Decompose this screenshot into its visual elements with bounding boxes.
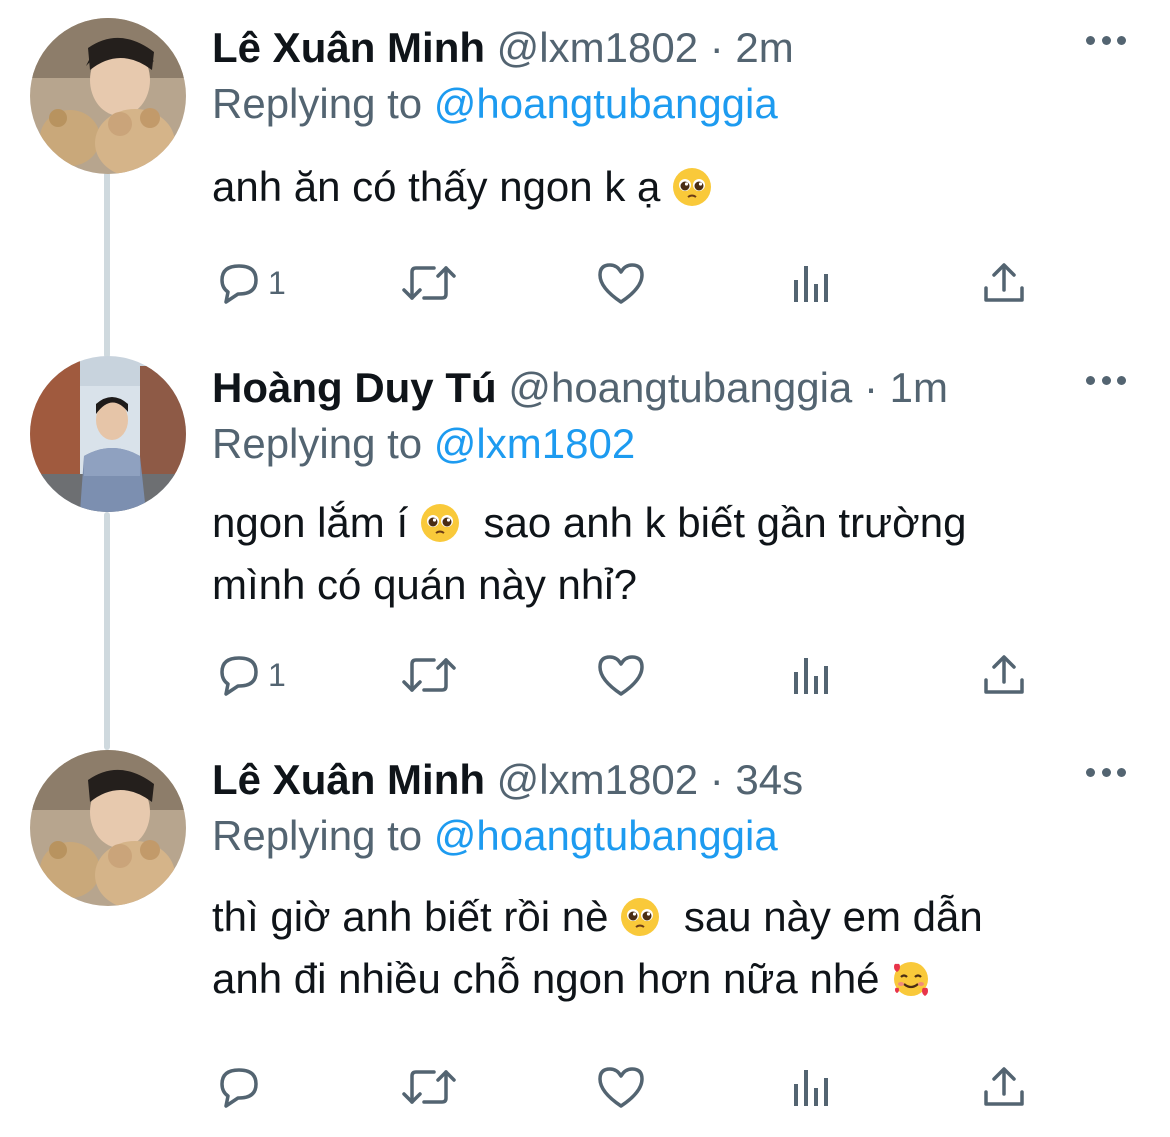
retweet-button[interactable] <box>400 1062 458 1112</box>
retweet-button[interactable] <box>400 258 458 308</box>
timestamp[interactable]: 1m <box>890 364 948 411</box>
tweet-text-part: anh đi nhiều chỗ ngon hơn nữa nhé <box>212 955 880 1002</box>
replying-label: Replying to <box>212 420 423 467</box>
reply-button[interactable]: 1 <box>216 650 286 700</box>
tweet-text-part: mình có quán này nhỉ? <box>212 561 637 608</box>
tweet-text: anh ăn có thấy ngon k ạ <box>212 156 1112 218</box>
share-button[interactable] <box>982 258 1026 308</box>
analytics-button[interactable] <box>792 258 832 308</box>
like-button[interactable] <box>596 258 646 308</box>
tweet[interactable]: Lê Xuân Minh @lxm1802 · 34s Replying to … <box>0 732 1170 1137</box>
like-button[interactable] <box>596 1062 646 1112</box>
tweet-actions: 1 <box>212 258 1052 308</box>
more-icon[interactable] <box>1086 762 1126 782</box>
more-icon[interactable] <box>1086 370 1126 390</box>
share-icon <box>984 1067 1024 1106</box>
tweet-text-part: sao anh k biết gần trường <box>483 499 967 546</box>
timestamp[interactable]: 34s <box>735 756 803 803</box>
share-icon <box>984 263 1024 302</box>
reply-icon <box>220 1068 258 1108</box>
tweet-header: Lê Xuân Minh @lxm1802 · 2m <box>212 24 794 72</box>
replying-to: Replying to @hoangtubanggia <box>212 812 778 860</box>
analytics-icon <box>794 266 828 302</box>
tweet-actions <box>212 1062 1052 1112</box>
replying-label: Replying to <box>212 80 423 127</box>
analytics-icon <box>794 658 828 694</box>
reply-count: 1 <box>268 656 286 693</box>
reply-icon <box>220 656 258 696</box>
mention-link[interactable]: @lxm1802 <box>434 420 635 467</box>
retweet-icon <box>402 658 456 692</box>
replying-label: Replying to <box>212 812 423 859</box>
pleading-face-emoji <box>621 898 660 936</box>
tweet[interactable]: Lê Xuân Minh @lxm1802 · 2m Replying to @… <box>0 0 1170 340</box>
tweet[interactable]: Hoàng Duy Tú @hoangtubanggia · 1m Replyi… <box>0 340 1170 732</box>
pleading-face-emoji <box>673 168 712 206</box>
timestamp[interactable]: 2m <box>735 24 793 71</box>
avatar[interactable] <box>30 18 186 174</box>
mention-link[interactable]: @hoangtubanggia <box>434 80 778 127</box>
reply-icon <box>220 264 258 304</box>
tweet-header: Hoàng Duy Tú @hoangtubanggia · 1m <box>212 364 948 412</box>
pleading-face-emoji <box>420 504 459 542</box>
reply-count: 1 <box>268 264 286 301</box>
like-icon <box>598 655 644 696</box>
tweet-actions: 1 <box>212 650 1052 700</box>
tweet-header: Lê Xuân Minh @lxm1802 · 34s <box>212 756 803 804</box>
smiling-face-with-hearts-emoji <box>894 962 929 996</box>
reply-button[interactable] <box>216 1062 262 1112</box>
retweet-icon <box>402 1070 456 1104</box>
retweet-icon <box>402 266 456 300</box>
tweet-text-part: sau này em dẫn <box>683 893 983 940</box>
analytics-button[interactable] <box>792 650 832 700</box>
like-icon <box>598 263 644 304</box>
tweet-text-part: anh ăn có thấy ngon k ạ <box>212 163 661 210</box>
share-icon <box>984 655 1024 694</box>
tweet-text-part: thì giờ anh biết rồi nè <box>212 893 609 940</box>
user-handle[interactable]: @lxm1802 <box>497 756 698 803</box>
like-button[interactable] <box>596 650 646 700</box>
analytics-button[interactable] <box>792 1062 832 1112</box>
separator: · <box>709 756 724 803</box>
reply-thread: Lê Xuân Minh @lxm1802 · 2m Replying to @… <box>0 0 1170 1137</box>
tweet-text: thì giờ anh biết rồi nè sau này em dẫn a… <box>212 886 1112 1010</box>
display-name[interactable]: Hoàng Duy Tú <box>212 364 497 411</box>
separator: · <box>709 24 724 71</box>
retweet-button[interactable] <box>400 650 458 700</box>
share-button[interactable] <box>982 650 1026 700</box>
like-icon <box>598 1067 644 1108</box>
tweet-text: ngon lắm í sao anh k biết gần trường mìn… <box>212 492 1112 616</box>
analytics-icon <box>794 1070 828 1106</box>
separator: · <box>863 364 878 411</box>
display-name[interactable]: Lê Xuân Minh <box>212 24 485 71</box>
share-button[interactable] <box>982 1062 1026 1112</box>
user-handle[interactable]: @lxm1802 <box>497 24 698 71</box>
display-name[interactable]: Lê Xuân Minh <box>212 756 485 803</box>
replying-to: Replying to @lxm1802 <box>212 420 635 468</box>
reply-button[interactable]: 1 <box>216 258 286 308</box>
avatar[interactable] <box>30 356 186 512</box>
user-handle[interactable]: @hoangtubanggia <box>508 364 852 411</box>
avatar[interactable] <box>30 750 186 906</box>
mention-link[interactable]: @hoangtubanggia <box>434 812 778 859</box>
tweet-text-part: ngon lắm í <box>212 499 409 546</box>
more-icon[interactable] <box>1086 30 1126 50</box>
replying-to: Replying to @hoangtubanggia <box>212 80 778 128</box>
